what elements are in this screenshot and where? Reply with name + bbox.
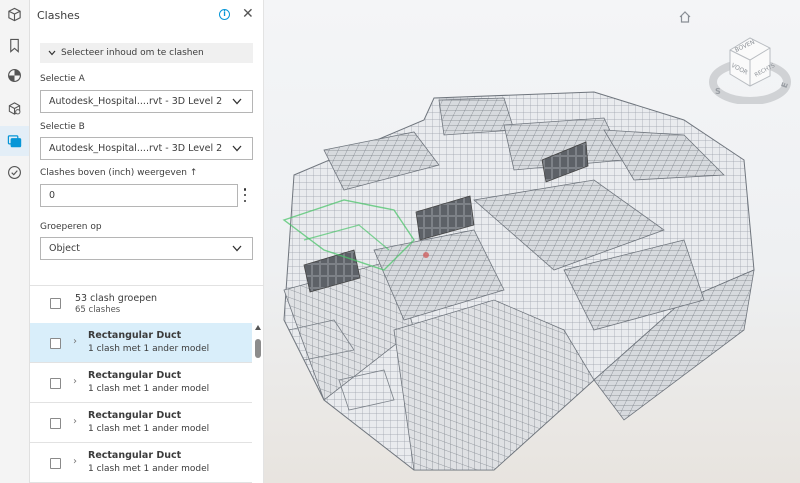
globe-icon[interactable] (6, 67, 22, 83)
clash-row[interactable]: › Rectangular Duct 1 clash met 1 ander m… (30, 363, 252, 403)
selection-a-value: Autodesk_Hospital....rvt - 3D Level 2 (49, 96, 223, 107)
more-options-icon[interactable] (242, 188, 248, 202)
bookmark-icon[interactable] (6, 37, 22, 53)
row-title: Rectangular Duct (88, 410, 182, 421)
viewcube[interactable]: BOVEN VOOR RECHTS S E (704, 24, 800, 104)
group-by-value: Object (49, 243, 80, 254)
row-subtitle: 1 clash met 1 ander model (88, 464, 210, 474)
row-checkbox[interactable] (50, 338, 61, 349)
row-subtitle: 1 clash met 1 ander model (88, 384, 210, 394)
selection-b-label: Selectie B (40, 122, 85, 132)
row-title: Rectangular Duct (88, 450, 182, 461)
model-browser-icon[interactable] (6, 100, 22, 116)
row-subtitle: 1 clash met 1 ander model (88, 424, 210, 434)
clashes-count: 65 clashes (75, 305, 121, 315)
threshold-label: Clashes boven (inch) weergeven ↑ (40, 168, 198, 178)
chevron-right-icon[interactable]: › (73, 376, 77, 387)
chevron-down-icon (232, 98, 242, 105)
info-icon[interactable]: i (219, 9, 230, 20)
selection-b-value: Autodesk_Hospital....rvt - 3D Level 2 (49, 143, 223, 154)
panel-title: Clashes (37, 9, 80, 22)
selection-a-label: Selectie A (40, 74, 85, 84)
clash-row[interactable]: › Rectangular Duct 1 clash met 1 ander m… (30, 443, 252, 483)
select-content-label: Selecteer inhoud om te clashen (61, 48, 204, 58)
selection-a-dropdown[interactable]: Autodesk_Hospital....rvt - 3D Level 2 (40, 90, 253, 113)
divider (30, 285, 264, 286)
clash-groups-count: 53 clash groepen (75, 293, 158, 304)
clashes-panel: Clashes i ✕ Selecteer inhoud om te clash… (30, 0, 264, 483)
home-icon[interactable] (678, 10, 692, 24)
chevron-down-icon (232, 245, 242, 252)
chevron-right-icon[interactable]: › (73, 336, 77, 347)
scroll-up-icon[interactable] (254, 325, 261, 330)
row-subtitle: 1 clash met 1 ander model (88, 344, 210, 354)
scroll-thumb[interactable] (255, 339, 261, 358)
row-title: Rectangular Duct (88, 330, 182, 341)
model-viewer[interactable]: BOVEN VOOR RECHTS S E (264, 0, 800, 483)
row-checkbox[interactable] (50, 458, 61, 469)
row-checkbox[interactable] (50, 378, 61, 389)
chevron-right-icon[interactable]: › (73, 416, 77, 427)
threshold-input[interactable]: 0 (40, 184, 238, 207)
tool-rail (0, 0, 30, 483)
close-icon[interactable]: ✕ (242, 7, 254, 21)
list-scrollbar[interactable] (254, 325, 262, 483)
row-title: Rectangular Duct (88, 370, 182, 381)
select-content-toggle[interactable]: Selecteer inhoud om te clashen (40, 43, 253, 63)
clash-row[interactable]: › Rectangular Duct 1 clash met 1 ander m… (30, 403, 252, 443)
clashes-icon[interactable] (0, 126, 29, 156)
cube-icon[interactable] (6, 6, 22, 22)
chevron-down-icon (48, 49, 56, 57)
group-by-label: Groeperen op (40, 222, 102, 232)
clash-row[interactable]: › Rectangular Duct 1 clash met 1 ander m… (30, 323, 252, 363)
chevron-right-icon[interactable]: › (73, 456, 77, 467)
row-checkbox[interactable] (50, 418, 61, 429)
select-all-checkbox[interactable] (50, 298, 61, 309)
chevron-down-icon (232, 145, 242, 152)
check-icon[interactable] (6, 164, 22, 180)
group-by-dropdown[interactable]: Object (40, 237, 253, 260)
selection-b-dropdown[interactable]: Autodesk_Hospital....rvt - 3D Level 2 (40, 137, 253, 160)
compass-south-label[interactable]: S (715, 87, 721, 96)
